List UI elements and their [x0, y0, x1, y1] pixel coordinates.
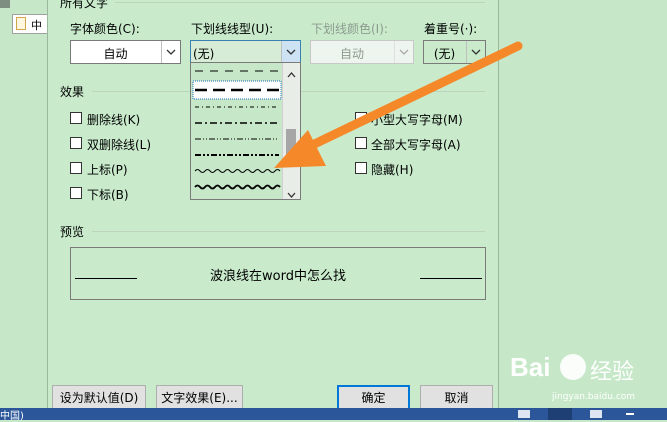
- clipboard-icon: [16, 17, 26, 30]
- preview-title: 预览: [60, 225, 85, 239]
- watermark-brand2: 经验: [590, 360, 635, 385]
- emphasis-label: 着重号(·):: [424, 22, 478, 36]
- paw-icon: [560, 354, 586, 380]
- double-strikethrough-checkbox[interactable]: [70, 137, 82, 149]
- annotation-arrow-icon: [274, 41, 523, 168]
- underline-style-value: (无): [193, 47, 215, 61]
- status-bar: 中国): [0, 408, 667, 422]
- print-layout-icon[interactable]: [548, 408, 572, 420]
- left-tab[interactable]: 中: [12, 14, 48, 34]
- effects-title: 效果: [60, 85, 85, 99]
- read-mode-icon[interactable]: [518, 410, 530, 418]
- underline-color-label: 下划线颜色(I):: [311, 22, 388, 36]
- strikethrough-checkbox[interactable]: [70, 112, 82, 124]
- superscript-label: 上标(P): [87, 163, 128, 177]
- underline-style-label: 下划线线型(U):: [191, 22, 274, 36]
- font-color-value: 自动: [103, 47, 128, 61]
- preview-rule-right: [420, 278, 482, 279]
- strikethrough-label: 删除线(K): [87, 113, 141, 127]
- double-strikethrough-label: 双删除线(L): [87, 138, 152, 152]
- font-color-label: 字体颜色(C):: [70, 22, 140, 36]
- preview-box: 波浪线在word中怎么找: [70, 247, 486, 300]
- preview-text: 波浪线在word中怎么找: [210, 269, 346, 284]
- watermark-url: jingyan.baidu.com: [552, 392, 636, 402]
- subscript-label: 下标(B): [87, 188, 129, 202]
- preview-divider: [92, 231, 485, 232]
- watermark-brand: Bai: [510, 352, 551, 382]
- font-color-select[interactable]: 自动: [70, 40, 181, 64]
- superscript-checkbox[interactable]: [70, 162, 82, 174]
- scroll-down-icon[interactable]: [287, 187, 296, 201]
- left-tab-text: 中: [31, 19, 42, 32]
- zoom-out-icon[interactable]: [626, 413, 634, 415]
- web-layout-icon[interactable]: [590, 410, 602, 418]
- baidu-watermark-logo: Bai 经验: [508, 350, 658, 390]
- chevron-down-icon[interactable]: [161, 41, 180, 63]
- subscript-checkbox[interactable]: [70, 187, 82, 199]
- doc-corner-icon: [0, 0, 10, 8]
- section-title: 所有文字: [60, 0, 109, 10]
- section-divider: [115, 2, 485, 3]
- option-heavy-wave: [194, 184, 281, 190]
